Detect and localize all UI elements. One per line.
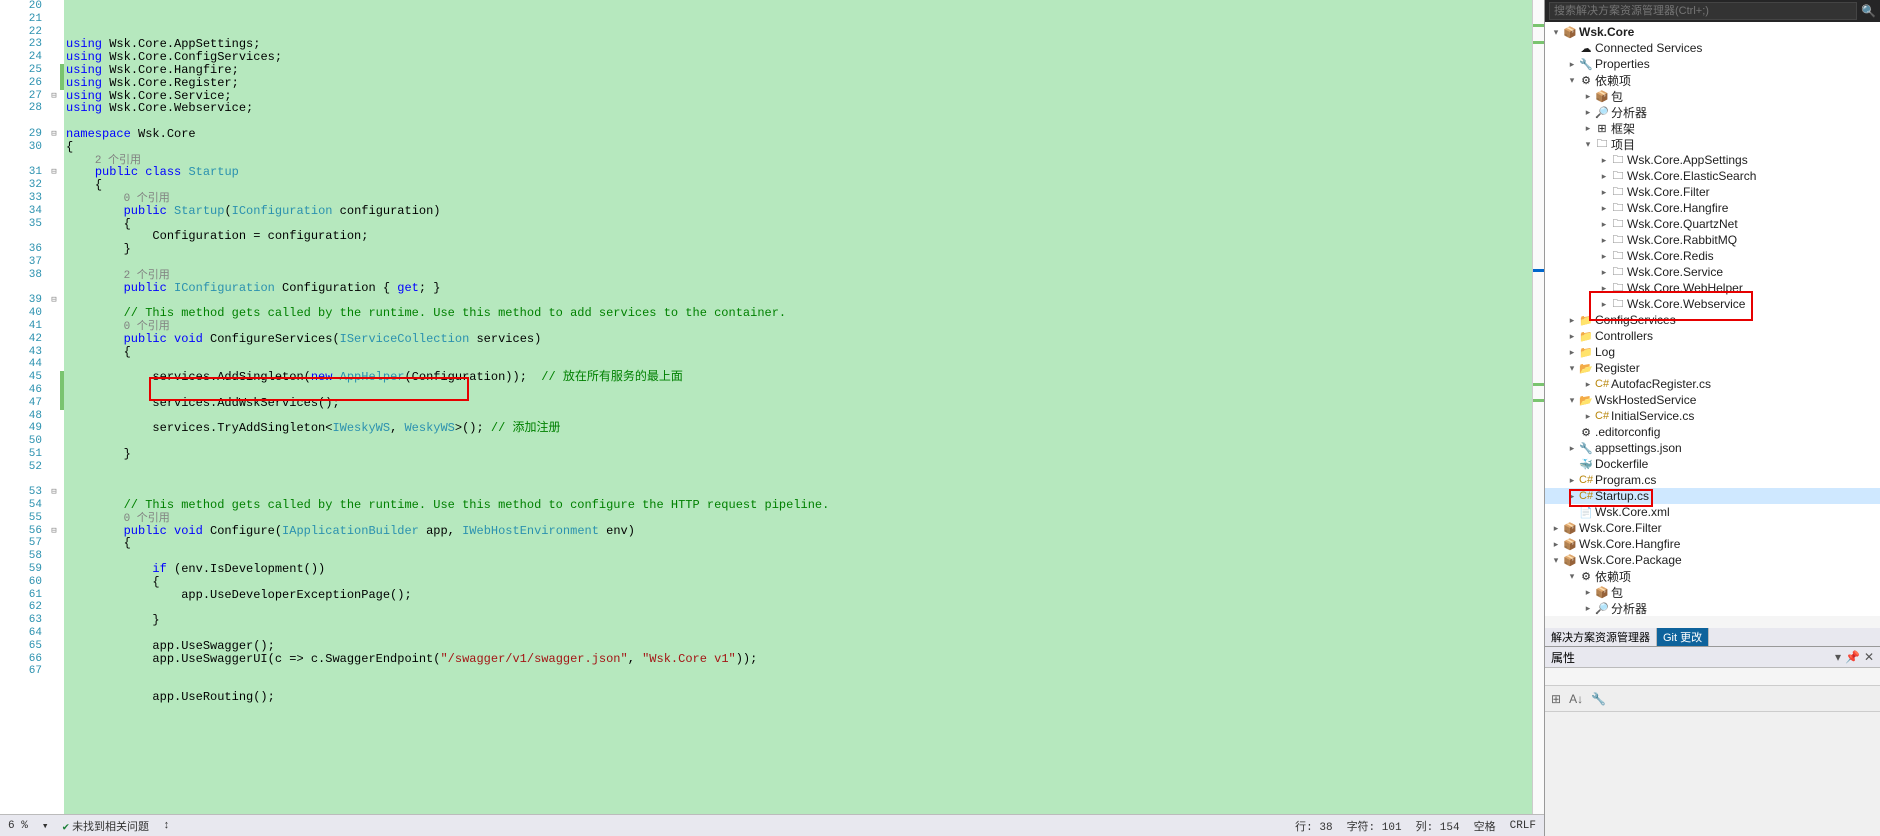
tree-item[interactable]: ▸🗀Wsk.Core.WebHelper [1545,280,1880,296]
tree-item[interactable]: ▸C#Program.cs [1545,472,1880,488]
tree-item[interactable]: ▾⚙依赖项 [1545,568,1880,584]
tree-item[interactable]: ▸📦Wsk.Core.Hangfire [1545,536,1880,552]
tree-item[interactable]: ▾🗀项目 [1545,136,1880,152]
tree-item[interactable]: ▸📁Controllers [1545,328,1880,344]
tree-item[interactable]: ▸🗀Wsk.Core.RabbitMQ [1545,232,1880,248]
tree-item[interactable]: ▸📦包 [1545,88,1880,104]
editor-pane: 2021222324252627282930313233343536373839… [0,0,1544,836]
tree-item[interactable]: ☁Connected Services [1545,40,1880,56]
fold-gutter[interactable]: ⊟⊟⊟⊟⊟⊟ [48,0,60,814]
tree-item[interactable]: 🐳Dockerfile [1545,456,1880,472]
explorer-tabs: 解决方案资源管理器 Git 更改 [1545,628,1880,646]
props-wrench-icon[interactable]: 🔧 [1591,692,1606,706]
tree-item[interactable]: ▾📂WskHostedService [1545,392,1880,408]
cursor-line: 行: 38 [1295,818,1332,834]
tree-item[interactable]: ▸C#InitialService.cs [1545,408,1880,424]
tree-item[interactable]: 📄Wsk.Core.xml [1545,504,1880,520]
solution-tree[interactable]: ▾📦Wsk.Core☁Connected Services▸🔧Propertie… [1545,22,1880,616]
props-categorize-icon[interactable]: ⊞ [1551,692,1561,706]
line-number-gutter: 2021222324252627282930313233343536373839… [0,0,48,814]
tree-item[interactable]: ⚙.editorconfig [1545,424,1880,440]
tree-item[interactable]: ▸🗀Wsk.Core.Webservice [1545,296,1880,312]
tree-item[interactable]: ▸C#AutofacRegister.cs [1545,376,1880,392]
solution-tree-wrap: ▾📦Wsk.Core☁Connected Services▸🔧Propertie… [1545,22,1880,628]
properties-title: 属性 [1551,649,1575,666]
tree-item[interactable]: ▸🔧appsettings.json [1545,440,1880,456]
tree-item[interactable]: ▸🗀Wsk.Core.AppSettings [1545,152,1880,168]
tab-solution-explorer[interactable]: 解决方案资源管理器 [1545,628,1657,646]
tree-item[interactable]: ▾📂Register [1545,360,1880,376]
tree-item[interactable]: ▾⚙依赖项 [1545,72,1880,88]
tree-item[interactable]: ▸🗀Wsk.Core.Service [1545,264,1880,280]
status-bar: 6 % ▾ 未找到相关问题 行: 38 字符: 101 列: 154 空格 CR… [0,814,1544,836]
tree-item[interactable]: ▸🔎分析器 [1545,104,1880,120]
indent-mode[interactable]: 空格 [1474,818,1496,834]
props-close-icon[interactable]: ✕ [1864,650,1874,664]
search-icon[interactable]: 🔍 [1861,4,1876,18]
properties-header: 属性 ▾ 📌 ✕ [1545,647,1880,668]
tree-item[interactable]: ▸🔧Properties [1545,56,1880,72]
tree-item[interactable]: ▾📦Wsk.Core [1545,24,1880,40]
solution-search-row: 🔍 [1545,0,1880,22]
tree-item[interactable]: ▸📦包 [1545,584,1880,600]
tree-item[interactable]: ▸C#Startup.cs [1545,488,1880,504]
properties-body [1545,712,1880,836]
tree-item[interactable]: ▸📦Wsk.Core.Filter [1545,520,1880,536]
tree-item[interactable]: ▸📁Log [1545,344,1880,360]
cursor-col: 列: 154 [1416,818,1460,834]
tab-git-changes[interactable]: Git 更改 [1657,628,1709,646]
solution-explorer-pane: 🔍 ▾📦Wsk.Core☁Connected Services▸🔧Propert… [1544,0,1880,836]
tree-item[interactable]: ▸📁ConfigServices [1545,312,1880,328]
cursor-char: 字符: 101 [1347,818,1402,834]
tree-item[interactable]: ▾📦Wsk.Core.Package [1545,552,1880,568]
scroll-sync-icon[interactable] [163,820,172,832]
zoom-level[interactable]: 6 % [8,820,28,832]
properties-panel: 属性 ▾ 📌 ✕ ⊞ A↓ 🔧 [1545,646,1880,836]
tree-item[interactable]: ▸🗀Wsk.Core.Redis [1545,248,1880,264]
issues-status[interactable]: 未找到相关问题 [62,818,149,834]
solution-search-input[interactable] [1549,2,1857,20]
tree-item[interactable]: ▸🗀Wsk.Core.QuartzNet [1545,216,1880,232]
tree-item[interactable]: ▸🔎分析器 [1545,600,1880,616]
minimap[interactable] [1532,0,1544,814]
code-editor[interactable]: 2021222324252627282930313233343536373839… [0,0,1544,814]
props-pin-icon[interactable]: 📌 [1845,650,1860,664]
line-ending[interactable]: CRLF [1510,820,1536,832]
props-dropdown-icon[interactable]: ▾ [1835,650,1841,664]
tree-item[interactable]: ▸🗀Wsk.Core.ElasticSearch [1545,168,1880,184]
tree-item[interactable]: ▸🗀Wsk.Core.Filter [1545,184,1880,200]
zoom-dropdown-icon[interactable]: ▾ [42,819,49,833]
tree-item[interactable]: ▸🗀Wsk.Core.Hangfire [1545,200,1880,216]
props-alpha-icon[interactable]: A↓ [1569,692,1583,706]
code-area[interactable]: using Wsk.Core.AppSettings;using Wsk.Cor… [64,0,1532,814]
properties-toolbar: ⊞ A↓ 🔧 [1545,686,1880,712]
